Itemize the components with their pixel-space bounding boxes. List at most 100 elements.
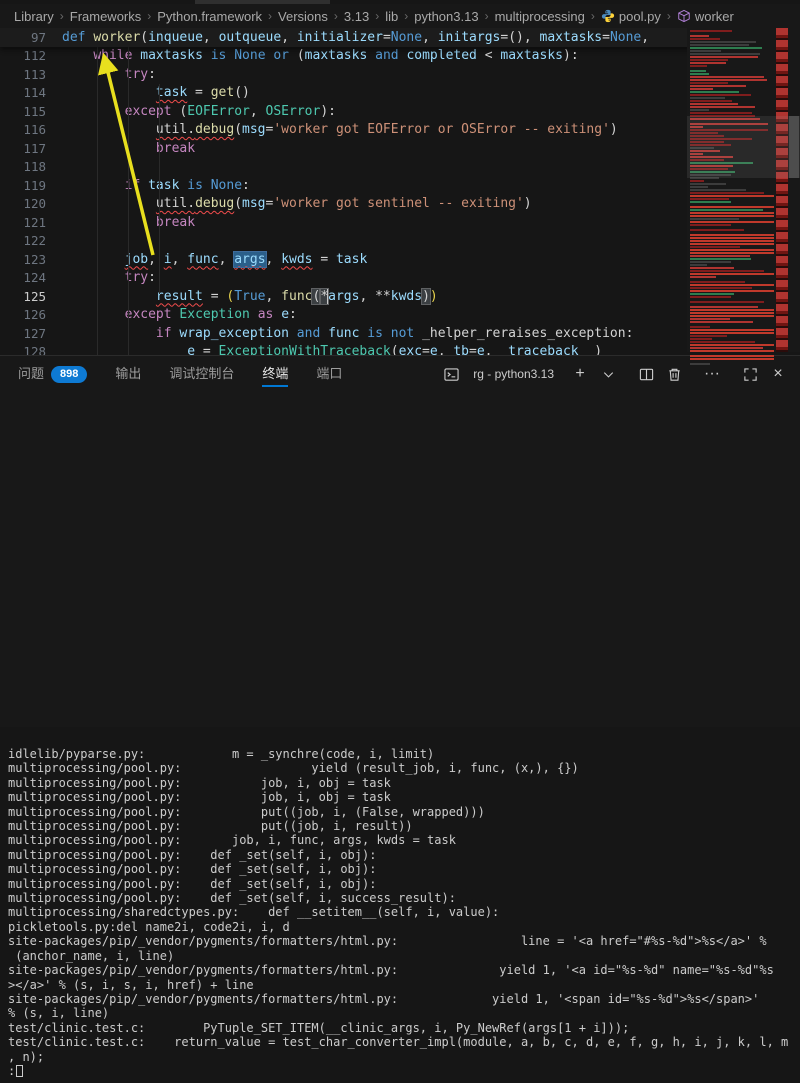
panel-tab-终端[interactable]: 终端 — [262, 356, 288, 392]
line-number: 127 — [0, 325, 62, 344]
code-line-text: if wrap_exception and func is not _helpe… — [62, 325, 633, 344]
code-line-text: task = get() — [62, 84, 250, 103]
code-line-123[interactable]: 123 job, i, func, args, kwds = task — [0, 251, 800, 270]
code-line-text: util.debug(msg='worker got EOFError or O… — [62, 121, 618, 140]
breadcrumb-item-worker[interactable]: worker — [677, 9, 734, 24]
breadcrumb-item-frameworks[interactable]: Frameworks — [70, 9, 142, 24]
code-line-118[interactable]: 118 — [0, 158, 800, 177]
code-lines: 112 while maxtasks is None or (maxtasks … — [0, 47, 800, 355]
code-line-121[interactable]: 121 break — [0, 214, 800, 233]
terminal-row: site-packages/pip/_vendor/pygments/forma… — [8, 963, 800, 977]
code-line-text: job, i, func, args, kwds = task — [62, 251, 367, 270]
line-number: 120 — [0, 195, 62, 214]
line-number: 118 — [0, 158, 62, 177]
panel-tabs: 问题 898 输出调试控制台终端端口 — [18, 356, 439, 392]
terminal-row: multiprocessing/sharedctypes.py: def __s… — [8, 905, 800, 919]
overview-ruler — [776, 28, 788, 352]
code-line-114[interactable]: 114 task = get() — [0, 84, 800, 103]
sticky-scroll-line[interactable]: 97def worker(inqueue, outqueue, initiali… — [0, 28, 800, 47]
code-line-125[interactable]: 125 result = (True, func(*args, **kwds)) — [0, 288, 800, 307]
terminal-output[interactable]: idlelib/pyparse.py: m = _synchre(code, i… — [0, 747, 800, 1083]
code-line-113[interactable]: 113 try: — [0, 66, 800, 85]
terminal-row: multiprocessing/pool.py: def _set(self, … — [8, 862, 800, 876]
terminal-title[interactable]: rg - python3.13 — [473, 367, 554, 381]
line-number: 122 — [0, 232, 62, 251]
code-line-112[interactable]: 112 while maxtasks is None or (maxtasks … — [0, 47, 800, 66]
terminal-row: multiprocessing/pool.py: job, i, obj = t… — [8, 776, 800, 790]
breadcrumb-item-lib[interactable]: lib — [385, 9, 398, 24]
split-icon[interactable] — [634, 362, 658, 386]
code-line-text: try: — [62, 66, 156, 85]
symbol-method-icon — [677, 9, 691, 23]
line-number: 117 — [0, 140, 62, 159]
code-editor[interactable]: 97def worker(inqueue, outqueue, initiali… — [0, 28, 800, 355]
code-line-text: if task is None: — [62, 177, 250, 196]
python-icon — [601, 9, 615, 23]
breadcrumb-item-3-13[interactable]: 3.13 — [344, 9, 369, 24]
code-line-120[interactable]: 120 util.debug(msg='worker got sentinel … — [0, 195, 800, 214]
code-line-116[interactable]: 116 util.debug(msg='worker got EOFError … — [0, 121, 800, 140]
panel-tab-label: 终端 — [262, 356, 288, 392]
code-line-text: util.debug(msg='worker got sentinel -- e… — [62, 195, 532, 214]
code-line-text: while maxtasks is None or (maxtasks and … — [62, 47, 579, 66]
line-number: 115 — [0, 103, 62, 122]
breadcrumb-label: 3.13 — [344, 9, 369, 24]
breadcrumb-label: Python.framework — [157, 9, 262, 24]
code-line-124[interactable]: 124 try: — [0, 269, 800, 288]
breadcrumb-item-multiprocessing[interactable]: multiprocessing — [495, 9, 585, 24]
breadcrumb-item-python-framework[interactable]: Python.framework — [157, 9, 262, 24]
code-line-128[interactable]: 128 e = ExceptionWithTraceback(exc=e, tb… — [0, 343, 800, 355]
terminal-cursor — [16, 1065, 23, 1077]
panel-tab-label: 问题 — [18, 356, 44, 392]
minimap[interactable] — [687, 28, 800, 352]
bottom-panel: 问题898输出调试控制台终端端口 rg - python3.13 +···× i… — [0, 355, 800, 727]
terminal-row: multiprocessing/pool.py: put((job, i, re… — [8, 819, 800, 833]
panel-tab-调试控制台[interactable]: 调试控制台 — [169, 356, 234, 392]
breadcrumb-separator: › — [268, 9, 272, 23]
panel-tab-label: 输出 — [115, 356, 141, 392]
breadcrumb-item-versions[interactable]: Versions — [278, 9, 328, 24]
panel-tab-端口[interactable]: 端口 — [316, 356, 342, 392]
breadcrumb-item-pool-py[interactable]: pool.py — [601, 9, 661, 24]
panel-header: 问题898输出调试控制台终端端口 rg - python3.13 +···× — [0, 356, 800, 392]
terminal-row: multiprocessing/pool.py: def _set(self, … — [8, 848, 800, 862]
terminal-row: test/clinic.test.c: PyTuple_SET_ITEM(__c… — [8, 1021, 800, 1035]
terminal-row: site-packages/pip/_vendor/pygments/forma… — [8, 934, 800, 948]
line-number: 128 — [0, 343, 62, 355]
breadcrumb-label: Frameworks — [70, 9, 142, 24]
line-number: 126 — [0, 306, 62, 325]
terminal-row: multiprocessing/pool.py: def _set(self, … — [8, 891, 800, 905]
panel-tab-label: 端口 — [316, 356, 342, 392]
breadcrumb: Library › Frameworks › Python.framework › Vers… — [0, 4, 800, 28]
terminal-row: : — [8, 1064, 800, 1078]
code-line-122[interactable]: 122 — [0, 232, 800, 251]
line-number: 114 — [0, 84, 62, 103]
code-line-text: try: — [62, 269, 156, 288]
minimap-slider[interactable] — [687, 116, 800, 178]
line-number: 124 — [0, 269, 62, 288]
panel-tab-问题[interactable]: 问题 898 — [18, 356, 87, 392]
code-line-126[interactable]: 126 except Exception as e: — [0, 306, 800, 325]
code-line-127[interactable]: 127 if wrap_exception and func is not _h… — [0, 325, 800, 344]
breadcrumb-separator: › — [375, 9, 379, 23]
code-line-119[interactable]: 119 if task is None: — [0, 177, 800, 196]
terminal-row: idlelib/pyparse.py: m = _synchre(code, i… — [8, 747, 800, 761]
plus-icon[interactable]: + — [568, 362, 592, 386]
chevron-down-icon[interactable] — [596, 362, 620, 386]
trash-icon[interactable] — [662, 362, 686, 386]
breadcrumb-label: Versions — [278, 9, 328, 24]
breadcrumb-separator: › — [404, 9, 408, 23]
editor-scrollbar-thumb[interactable] — [789, 116, 799, 178]
terminal-row: ></a>' % (s, i, s, i, href) + line — [8, 978, 800, 992]
panel-tab-输出[interactable]: 输出 — [115, 356, 141, 392]
code-line-text: def worker(inqueue, outqueue, initialize… — [62, 28, 649, 47]
problems-count-badge: 898 — [51, 366, 87, 383]
breadcrumb-item-library[interactable]: Library — [14, 9, 54, 24]
terminal-icon — [439, 362, 463, 386]
breadcrumb-label: Library — [14, 9, 54, 24]
code-line-text: result = (True, func(*args, **kwds)) — [62, 288, 438, 307]
breadcrumb-item-python3-13[interactable]: python3.13 — [414, 9, 478, 24]
terminal-row: % (s, i, line) — [8, 1006, 800, 1020]
code-line-115[interactable]: 115 except (EOFError, OSError): — [0, 103, 800, 122]
code-line-117[interactable]: 117 break — [0, 140, 800, 159]
